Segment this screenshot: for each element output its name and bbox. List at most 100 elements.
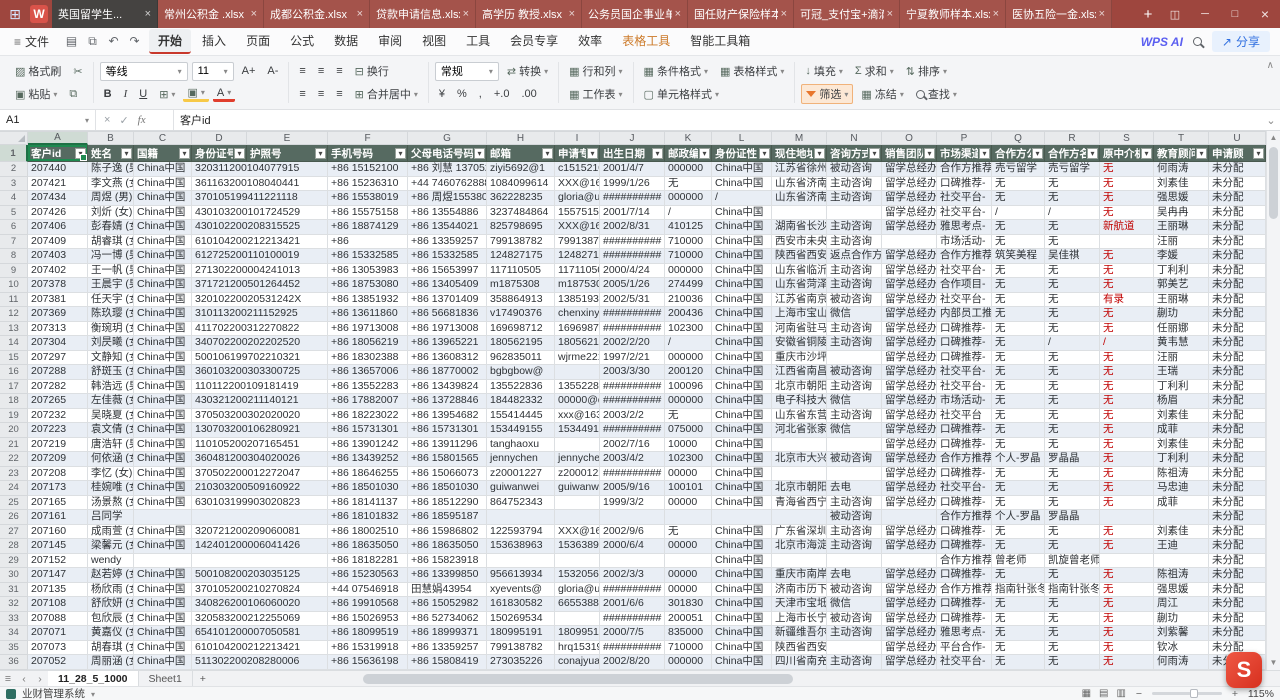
cell[interactable]: +86 13965221 (408, 336, 487, 351)
cell[interactable]: 济南市历下 (772, 583, 827, 598)
cell[interactable]: 无 (1100, 307, 1154, 322)
cell[interactable]: ########## (600, 394, 665, 409)
horizontal-scrollbar[interactable] (213, 671, 1280, 686)
cell[interactable]: 无 (992, 278, 1045, 293)
filter-dropdown-icon[interactable] (315, 148, 326, 159)
header-cell[interactable]: 原中介机 (1100, 145, 1154, 162)
cell[interactable]: China中国 (712, 539, 772, 554)
cell[interactable]: 无 (1100, 264, 1154, 279)
cell[interactable]: 430321200211140121 (192, 394, 328, 409)
cell[interactable]: 153638963 (487, 539, 555, 554)
cell[interactable]: 无 (992, 525, 1045, 540)
cell[interactable]: 无 (992, 539, 1045, 554)
cell[interactable]: 未分配 (1209, 583, 1266, 598)
cell[interactable]: 169698712 (487, 322, 555, 337)
cell[interactable]: 370502200012272047 (192, 467, 328, 482)
cell[interactable]: 无 (992, 264, 1045, 279)
cell[interactable]: 湖南省长沙 (772, 220, 827, 235)
row-header[interactable]: 35 (0, 641, 28, 656)
tab-close-icon[interactable] (463, 8, 469, 20)
minimize-button[interactable] (1190, 0, 1220, 28)
cell[interactable]: 主动咨询 (827, 655, 882, 670)
cell[interactable] (600, 510, 665, 525)
cell[interactable]: 留学总经办 (882, 249, 937, 264)
cell[interactable]: 未分配 (1209, 278, 1266, 293)
cell[interactable]: 100101 (665, 481, 712, 496)
cell[interactable]: 被动咨询 (827, 162, 882, 177)
cell[interactable]: 00000@qq (555, 394, 600, 409)
cell[interactable]: 口碑推荐- (937, 568, 992, 583)
cell[interactable]: 主动咨询 (827, 525, 882, 540)
cell[interactable] (192, 554, 328, 569)
cell[interactable]: 雅思考点- (937, 220, 992, 235)
cell[interactable]: 成菲 (1154, 423, 1209, 438)
cell[interactable]: 指南针张冬 (992, 583, 1045, 598)
cell[interactable]: 207208 (28, 467, 88, 482)
cell[interactable]: 100096 (665, 380, 712, 395)
menu-tab[interactable]: 开始 (149, 29, 191, 54)
cell[interactable]: 无 (1100, 322, 1154, 337)
row-header[interactable]: 24 (0, 481, 28, 496)
column-header-Q[interactable]: Q (992, 131, 1045, 145)
tab-close-icon[interactable] (993, 8, 999, 20)
cell[interactable]: 口碑推荐- (937, 597, 992, 612)
column-header-T[interactable]: T (1154, 131, 1209, 145)
cell[interactable]: / (992, 206, 1045, 221)
sum-button[interactable]: Σ求和 (851, 62, 898, 80)
cell[interactable]: 320583200212255069 (192, 612, 328, 627)
cell[interactable]: 无 (1045, 612, 1100, 627)
cell[interactable] (555, 365, 600, 380)
cell[interactable]: 山东省济南 (772, 177, 827, 192)
save-icon[interactable] (61, 34, 82, 49)
cell[interactable]: 吕同学 (88, 510, 134, 525)
cell[interactable]: 无 (1045, 235, 1100, 250)
cell[interactable]: 微信 (827, 423, 882, 438)
cell[interactable]: China中国 (712, 235, 772, 250)
cell[interactable]: 无 (1100, 583, 1154, 598)
cell[interactable]: 无 (992, 235, 1045, 250)
cell[interactable]: China中国 (712, 162, 772, 177)
cell[interactable]: hrq153199 (555, 641, 600, 656)
cell[interactable]: 未分配 (1209, 626, 1266, 641)
app-launcher-icon[interactable] (4, 6, 26, 23)
cell[interactable]: 口碑推荐- (937, 612, 992, 627)
cell[interactable]: 个人-罗晶 (992, 452, 1045, 467)
cell[interactable]: China中国 (712, 293, 772, 308)
header-cell[interactable]: 现住地址 (772, 145, 827, 162)
cell[interactable]: 曾老师 (992, 554, 1045, 569)
cell[interactable] (1100, 554, 1154, 569)
fill-button[interactable]: ↓填充 (801, 62, 847, 80)
cell[interactable]: 口碑推荐- (937, 539, 992, 554)
cell[interactable]: 无 (1045, 641, 1100, 656)
menu-tab[interactable]: 审阅 (369, 29, 411, 54)
cell[interactable]: 2000/7/5 (600, 626, 665, 641)
cell[interactable]: xxx@163.c (555, 409, 600, 424)
row-header[interactable]: 11 (0, 293, 28, 308)
cell[interactable]: 00000 (665, 467, 712, 482)
cell[interactable]: 留学总经办 (882, 380, 937, 395)
cell[interactable]: 864752343 (487, 496, 555, 511)
cell[interactable]: 210303200509160922 (192, 481, 328, 496)
row-header[interactable]: 2 (0, 162, 28, 177)
cell[interactable]: 未分配 (1209, 206, 1266, 221)
cell[interactable]: +86 19713008 (408, 322, 487, 337)
cell[interactable]: +44 7460762888 (408, 177, 487, 192)
filter-dropdown-icon[interactable] (1087, 148, 1098, 159)
grow-font-button[interactable]: A+ (238, 64, 260, 78)
cell[interactable]: +86 13608312 (408, 351, 487, 366)
wps-logo[interactable]: W (30, 5, 48, 23)
cell[interactable] (555, 496, 600, 511)
cell[interactable]: 汪丽 (1154, 235, 1209, 250)
cell[interactable]: 无 (1100, 539, 1154, 554)
cell[interactable]: / (1045, 336, 1100, 351)
cell[interactable]: 138519326 (555, 293, 600, 308)
cell[interactable]: 122593794 (487, 525, 555, 540)
cell[interactable]: +44 07546918 (328, 583, 408, 598)
cell[interactable] (555, 554, 600, 569)
document-tab[interactable]: 常州公积金 .xlsx (158, 0, 264, 28)
cell[interactable]: 舒斑玉 (女 (88, 365, 134, 380)
cell[interactable]: 未分配 (1209, 409, 1266, 424)
cell[interactable]: 370503200302020020 (192, 409, 328, 424)
cell[interactable]: China中国 (712, 641, 772, 656)
cell[interactable]: 留学总经办 (882, 278, 937, 293)
